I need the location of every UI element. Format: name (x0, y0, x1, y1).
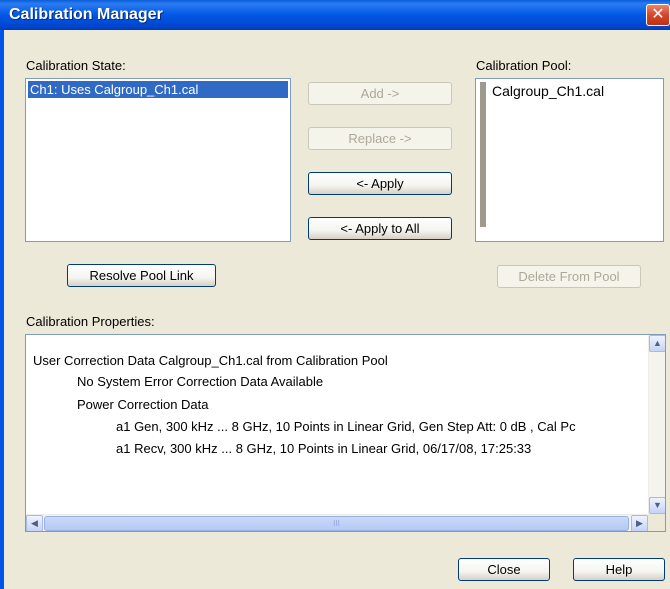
properties-line: a1 Gen, 300 kHz ... 8 GHz, 10 Points in … (116, 419, 576, 434)
window-title: Calibration Manager (9, 6, 163, 23)
scrollbar-corner (648, 514, 665, 531)
apply-to-all-button[interactable]: <- Apply to All (308, 217, 452, 240)
calibration-pool-item[interactable]: Calgroup_Ch1.cal (492, 83, 604, 99)
close-button[interactable]: Close (458, 558, 550, 581)
calibration-state-list[interactable]: Ch1: Uses Calgroup_Ch1.cal (25, 78, 291, 242)
delete-from-pool-button[interactable]: Delete From Pool (497, 265, 641, 288)
calibration-manager-dialog: Calibration Manager ✕ Calibration State:… (0, 0, 670, 589)
scroll-up-icon[interactable]: ▲ (649, 335, 665, 352)
horizontal-scrollbar[interactable]: ◀ III ▶ (26, 514, 648, 531)
title-bar: Calibration Manager ✕ (0, 0, 670, 30)
scroll-right-icon[interactable]: ▶ (631, 515, 648, 531)
properties-line: No System Error Correction Data Availabl… (77, 374, 324, 389)
horizontal-scroll-thumb[interactable]: III (44, 516, 629, 531)
close-window-icon[interactable]: ✕ (646, 4, 670, 26)
help-button[interactable]: Help (573, 558, 665, 581)
calibration-state-item[interactable]: Ch1: Uses Calgroup_Ch1.cal (28, 81, 288, 98)
calibration-pool-label: Calibration Pool: (476, 58, 572, 73)
calibration-properties-box[interactable]: User Correction Data Calgroup_Ch1.cal fr… (25, 334, 666, 532)
replace-button[interactable]: Replace -> (308, 127, 452, 150)
properties-line: User Correction Data Calgroup_Ch1.cal fr… (33, 353, 388, 368)
window-frame-left (0, 30, 4, 589)
scroll-left-icon[interactable]: ◀ (26, 515, 43, 531)
pool-item-marker (480, 82, 486, 227)
add-button[interactable]: Add -> (308, 82, 452, 105)
calibration-properties-label: Calibration Properties: (26, 314, 155, 329)
properties-line: a1 Recv, 300 kHz ... 8 GHz, 10 Points in… (116, 441, 532, 456)
calibration-pool-list[interactable]: Calgroup_Ch1.cal (475, 78, 664, 242)
scroll-down-icon[interactable]: ▼ (649, 497, 665, 514)
vertical-scrollbar[interactable]: ▲ ▼ (648, 335, 665, 514)
resolve-pool-link-button[interactable]: Resolve Pool Link (67, 264, 216, 287)
properties-line: Power Correction Data (77, 397, 209, 412)
apply-button[interactable]: <- Apply (308, 172, 452, 195)
calibration-state-label: Calibration State: (26, 58, 126, 73)
